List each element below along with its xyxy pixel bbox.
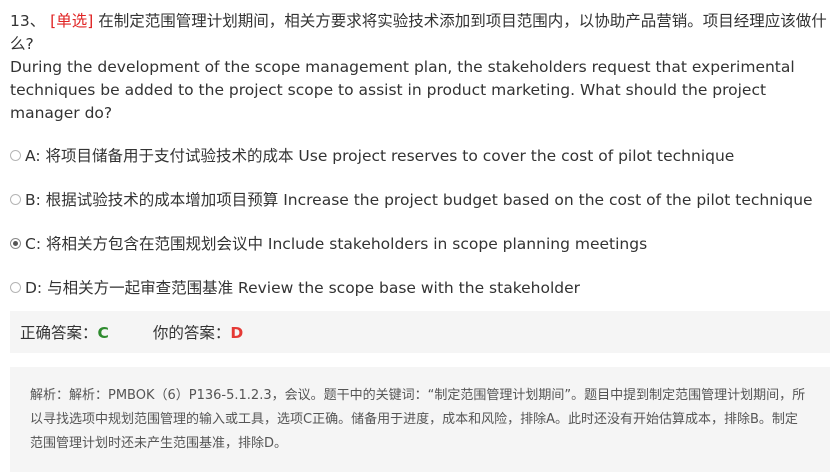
analysis-panel: 解析：解析：PMBOK（6）P136-5.1.2.3，会议。题干中的关键词：“制… <box>10 367 830 472</box>
option-c-label: C: 将相关方包含在范围规划会议中 Include stakeholders i… <box>25 235 648 253</box>
question-number: 13、 <box>10 12 46 30</box>
question-text-cn: 在制定范围管理计划期间，相关方要求将实验技术添加到项目范围内，以协助产品营销。项… <box>10 12 827 53</box>
option-c[interactable]: C: 将相关方包含在范围规划会议中 Include stakeholders i… <box>10 221 830 265</box>
correct-answer: 正确答案：C <box>20 321 109 343</box>
option-a-radio[interactable] <box>10 149 21 161</box>
option-c-radio[interactable] <box>10 237 21 249</box>
option-d[interactable]: D: 与相关方一起审查范围基准 Review the scope base wi… <box>10 265 830 309</box>
option-b-label: B: 根据试验技术的成本增加项目预算 Increase the project … <box>25 191 813 209</box>
correct-answer-value: C <box>97 324 109 342</box>
option-b[interactable]: B: 根据试验技术的成本增加项目预算 Increase the project … <box>10 177 830 221</box>
option-b-radio[interactable] <box>10 193 21 205</box>
answer-bar: 正确答案：C 你的答案：D <box>10 311 830 353</box>
your-answer-label: 你的答案： <box>152 324 231 342</box>
analysis-text: 解析：解析：PMBOK（6）P136-5.1.2.3，会议。题干中的关键词：“制… <box>30 388 806 451</box>
correct-answer-label: 正确答案： <box>20 324 98 342</box>
your-answer: 你的答案：D <box>153 321 243 343</box>
option-a-label: A: 将项目储备用于支付试验技术的成本 Use project reserves… <box>25 147 735 165</box>
question-type-label: [单选] <box>50 12 94 30</box>
option-d-label: D: 与相关方一起审查范围基准 Review the scope base wi… <box>25 279 581 297</box>
question-block: 13、 [单选] 在制定范围管理计划期间，相关方要求将实验技术添加到项目范围内，… <box>10 10 830 125</box>
option-d-radio[interactable] <box>10 281 21 293</box>
your-answer-value: D <box>230 324 244 342</box>
options-list: A: 将项目储备用于支付试验技术的成本 Use project reserves… <box>10 133 830 309</box>
question-text-en: During the development of the scope mana… <box>10 58 795 122</box>
option-a[interactable]: A: 将项目储备用于支付试验技术的成本 Use project reserves… <box>10 133 830 177</box>
